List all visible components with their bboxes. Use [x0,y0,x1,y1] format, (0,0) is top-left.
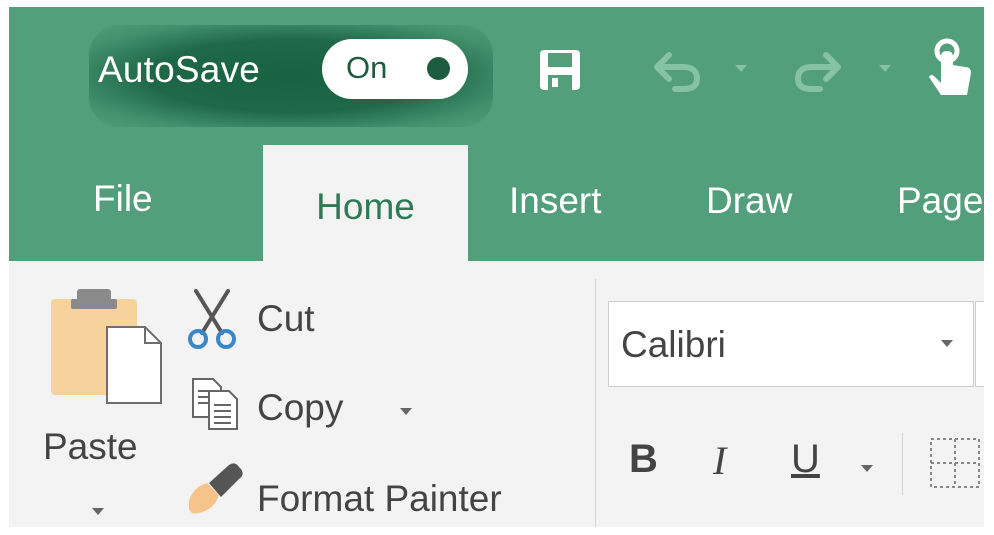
tab-insert[interactable]: Insert [509,143,602,259]
font-dropdown-icon[interactable] [941,340,953,348]
underline-dropdown-icon[interactable] [861,465,873,473]
paste-dropdown-icon[interactable] [92,508,104,516]
tab-page-layout[interactable]: Page [897,143,983,259]
font-name-combobox[interactable]: Calibri [608,301,974,387]
bold-button[interactable]: B [629,437,658,482]
tab-home[interactable]: Home [263,145,468,261]
borders-icon[interactable] [927,435,983,491]
cut-button[interactable]: Cut [257,298,315,340]
italic-button[interactable]: I [713,437,726,484]
format-painter-button[interactable]: Format Painter [257,478,502,520]
copy-icon[interactable] [189,375,241,433]
touch-mode-icon[interactable] [927,37,979,101]
autosave-label: AutoSave [98,49,261,90]
undo-icon[interactable] [649,47,703,93]
paste-label[interactable]: Paste [43,426,138,468]
autosave-state-text: On [346,50,388,85]
ribbon-group-divider [595,279,596,527]
redo-icon[interactable] [792,47,846,93]
title-bar: AutoSave On [9,7,984,145]
excel-window: AutoSave On File Home Insert Draw Page P… [9,7,984,527]
font-name-value: Calibri [621,324,726,365]
tab-draw[interactable]: Draw [706,143,792,259]
redo-dropdown-icon[interactable] [878,64,892,74]
save-icon[interactable] [537,47,583,93]
scissors-icon[interactable] [184,287,240,349]
ribbon-tabs: File Home Insert Draw Page [9,145,984,261]
autosave-toggle[interactable]: On [322,39,468,99]
undo-dropdown-icon[interactable] [734,64,748,74]
font-size-combobox[interactable] [975,301,984,387]
paste-icon[interactable] [49,285,165,407]
format-painter-icon[interactable] [183,461,247,517]
toggle-knob [427,57,450,80]
ribbon-home-panel: Paste Cut Copy Format Painter Calibri B … [9,261,984,527]
format-divider [902,433,903,495]
copy-button[interactable]: Copy [257,387,343,429]
copy-dropdown-icon[interactable] [400,408,412,416]
tab-file[interactable]: File [93,141,153,257]
underline-button[interactable]: U [791,437,820,482]
